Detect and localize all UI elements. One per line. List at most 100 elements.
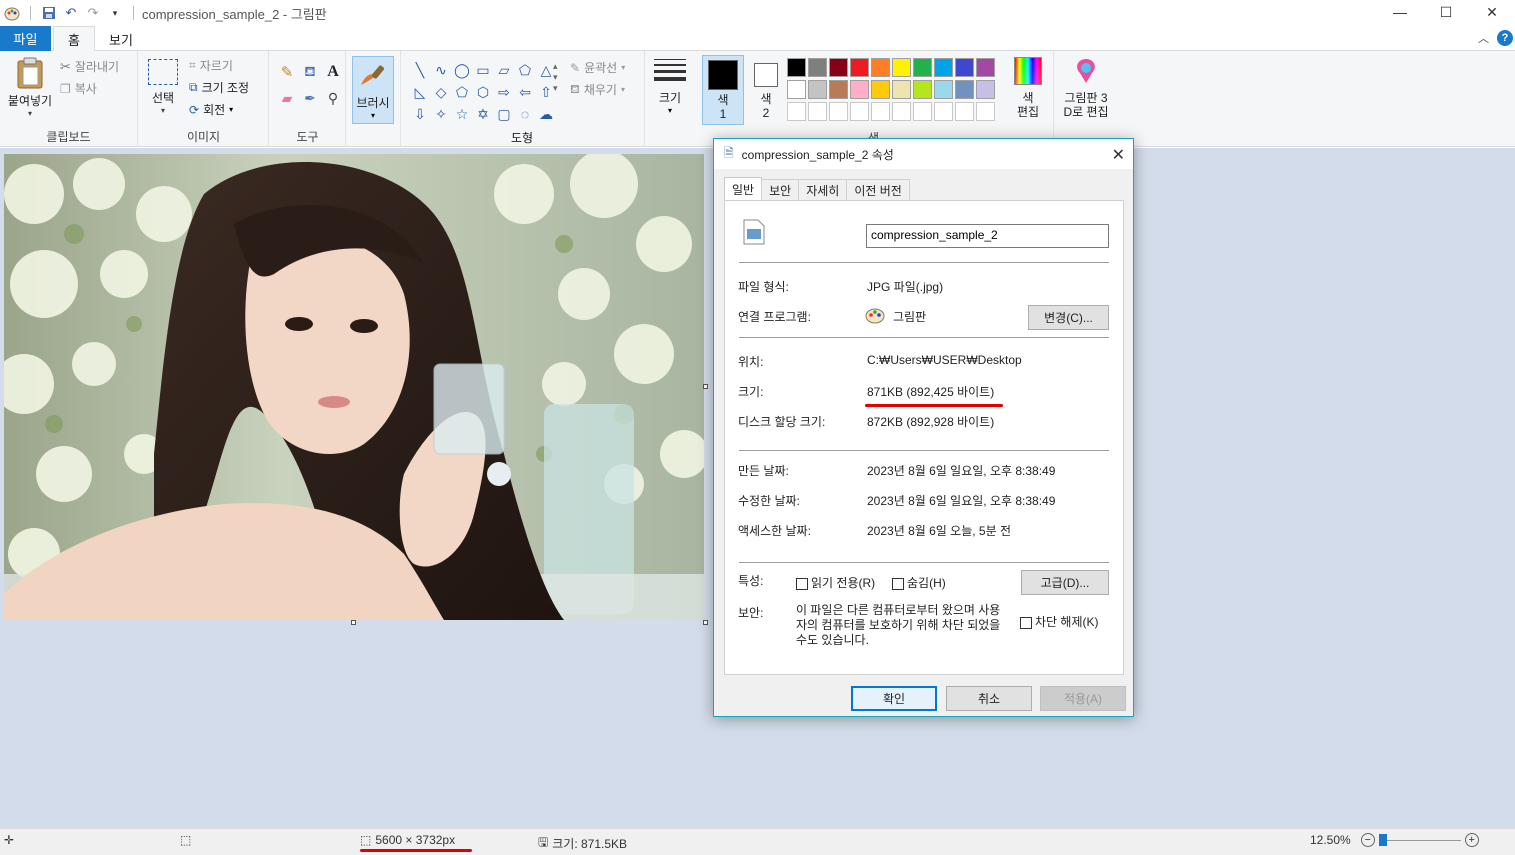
palette-custom-slot[interactable] — [976, 102, 995, 121]
zoom-slider[interactable] — [1378, 834, 1461, 846]
select-button[interactable]: 선택 ▾ — [145, 59, 181, 115]
palette-custom-slot[interactable] — [892, 102, 911, 121]
edit-with-paint3d-button[interactable]: 그림판 3 D로 편집 — [1060, 57, 1112, 119]
color2-button[interactable]: 색2 — [748, 55, 784, 125]
tab-general[interactable]: 일반 — [724, 177, 763, 200]
four-point-star-shape-icon[interactable]: ✧ — [431, 104, 451, 124]
pentagon-shape-icon[interactable]: ⬠ — [452, 82, 472, 102]
apply-button[interactable]: 적용(A) — [1040, 686, 1126, 711]
hidden-checkbox[interactable]: 숨김(H) — [892, 574, 946, 591]
cut-button[interactable]: ✂ 잘라내기 — [60, 58, 119, 75]
resize-handle-bottom[interactable] — [351, 620, 356, 625]
palette-custom-slot[interactable] — [934, 102, 953, 121]
palette-color-swatch[interactable] — [955, 80, 974, 99]
filename-input[interactable]: compression_sample_2 — [866, 224, 1109, 248]
ok-button[interactable]: 확인 — [851, 686, 937, 711]
down-arrow-shape-icon[interactable]: ⇩ — [410, 104, 430, 124]
shapes-scroll-icon[interactable]: ▴ ▾ ▾ — [553, 61, 558, 94]
select-dropdown-icon[interactable]: ▾ — [145, 106, 181, 115]
curve-shape-icon[interactable]: ∿ — [431, 60, 451, 80]
hidden-checkbox-box[interactable] — [892, 577, 904, 590]
palette-color-swatch[interactable] — [829, 80, 848, 99]
canvas-image[interactable] — [4, 154, 704, 620]
tab-details[interactable]: 자세히 — [798, 179, 848, 200]
unblock-checkbox-box[interactable] — [1020, 616, 1032, 629]
size-button[interactable]: 크기 ▾ — [650, 57, 690, 115]
brush-button[interactable]: 브러시 ▾ — [352, 56, 394, 124]
close-window-button[interactable]: ✕ — [1469, 0, 1515, 24]
palette-color-swatch[interactable] — [934, 80, 953, 99]
rounded-callout-shape-icon[interactable]: ▢ — [494, 104, 514, 124]
readonly-checkbox[interactable]: 읽기 전용(R) — [796, 574, 875, 591]
cloud-callout-shape-icon[interactable]: ☁ — [536, 104, 556, 124]
tab-previous-versions[interactable]: 이전 버전 — [846, 179, 910, 200]
paste-dropdown-icon[interactable]: ▾ — [6, 109, 54, 118]
tab-file[interactable]: 파일 — [0, 26, 51, 51]
color-picker-icon[interactable]: ✒ — [299, 90, 321, 107]
resize-handle-corner[interactable] — [703, 620, 708, 625]
customize-quick-access-icon[interactable]: ▾ — [107, 5, 123, 21]
diamond-shape-icon[interactable]: ◇ — [431, 82, 451, 102]
eraser-icon[interactable]: ▰ — [276, 90, 298, 107]
rectangle-shape-icon[interactable]: ▭ — [473, 60, 493, 80]
fill-button[interactable]: ⛾ 채우기 ▾ — [570, 81, 625, 98]
save-icon[interactable] — [41, 5, 57, 21]
palette-custom-slot[interactable] — [955, 102, 974, 121]
maximize-button[interactable]: ☐ — [1423, 0, 1469, 24]
fill-bucket-icon[interactable]: ⛾ — [299, 63, 321, 82]
six-point-star-shape-icon[interactable]: ✡ — [473, 104, 493, 124]
palette-custom-slot[interactable] — [829, 102, 848, 121]
help-icon[interactable]: ? — [1497, 30, 1513, 46]
palette-custom-slot[interactable] — [913, 102, 932, 121]
palette-color-swatch[interactable] — [850, 80, 869, 99]
advanced-button[interactable]: 고급(D)... — [1021, 570, 1109, 595]
palette-color-swatch[interactable] — [913, 80, 932, 99]
zoom-out-icon[interactable]: − — [1360, 833, 1375, 847]
palette-color-swatch[interactable] — [976, 58, 995, 77]
palette-custom-slot[interactable] — [808, 102, 827, 121]
cancel-button[interactable]: 취소 — [946, 686, 1032, 711]
minimize-button[interactable]: — — [1377, 0, 1423, 24]
polygon-shape-icon[interactable]: ⬠ — [515, 60, 535, 80]
change-button[interactable]: 변경(C)... — [1028, 305, 1109, 330]
pencil-icon[interactable]: ✎ — [276, 63, 298, 82]
palette-color-swatch[interactable] — [913, 58, 932, 77]
zoom-in-icon[interactable]: + — [1464, 833, 1479, 847]
readonly-checkbox-box[interactable] — [796, 577, 808, 590]
tab-home[interactable]: 홈 — [53, 26, 95, 52]
redo-icon[interactable]: ↷ — [85, 5, 101, 21]
palette-custom-slot[interactable] — [787, 102, 806, 121]
palette-custom-slot[interactable] — [850, 102, 869, 121]
oval-shape-icon[interactable]: ◯ — [452, 60, 472, 80]
palette-color-swatch[interactable] — [808, 58, 827, 77]
paste-button[interactable]: 붙여넣기 ▾ — [6, 57, 54, 118]
oval-callout-shape-icon[interactable]: ◌ — [515, 104, 535, 124]
hexagon-shape-icon[interactable]: ⬡ — [473, 82, 493, 102]
palette-color-swatch[interactable] — [892, 58, 911, 77]
palette-color-swatch[interactable] — [787, 80, 806, 99]
dialog-close-button[interactable]: ✕ — [1112, 145, 1125, 165]
palette-color-swatch[interactable] — [934, 58, 953, 77]
crop-button[interactable]: ⌗ 자르기 — [189, 57, 233, 74]
rotate-button[interactable]: ⟳ 회전 ▾ — [189, 101, 233, 118]
palette-color-swatch[interactable] — [850, 58, 869, 77]
palette-color-swatch[interactable] — [871, 80, 890, 99]
right-triangle-shape-icon[interactable]: ◺ — [410, 82, 430, 102]
palette-color-swatch[interactable] — [787, 58, 806, 77]
color1-button[interactable]: 색1 — [702, 55, 744, 125]
palette-color-swatch[interactable] — [808, 80, 827, 99]
zoom-slider-thumb[interactable] — [1378, 834, 1387, 846]
right-arrow-shape-icon[interactable]: ⇨ — [494, 82, 514, 102]
palette-custom-slot[interactable] — [871, 102, 890, 121]
line-shape-icon[interactable]: ╲ — [410, 60, 430, 80]
tab-view[interactable]: 보기 — [100, 26, 142, 52]
text-tool-icon[interactable]: A — [322, 63, 344, 82]
five-point-star-shape-icon[interactable]: ☆ — [452, 104, 472, 124]
palette-color-swatch[interactable] — [955, 58, 974, 77]
magnifier-icon[interactable]: ⚲ — [322, 90, 344, 107]
resize-button[interactable]: ⧉ 크기 조정 — [189, 79, 249, 96]
collapse-ribbon-icon[interactable]: ︿ — [1478, 30, 1489, 46]
outline-button[interactable]: ✎ 윤곽선 ▾ — [570, 59, 625, 76]
copy-button[interactable]: ❐ 복사 — [60, 80, 97, 97]
undo-icon[interactable]: ↶ — [63, 5, 79, 21]
